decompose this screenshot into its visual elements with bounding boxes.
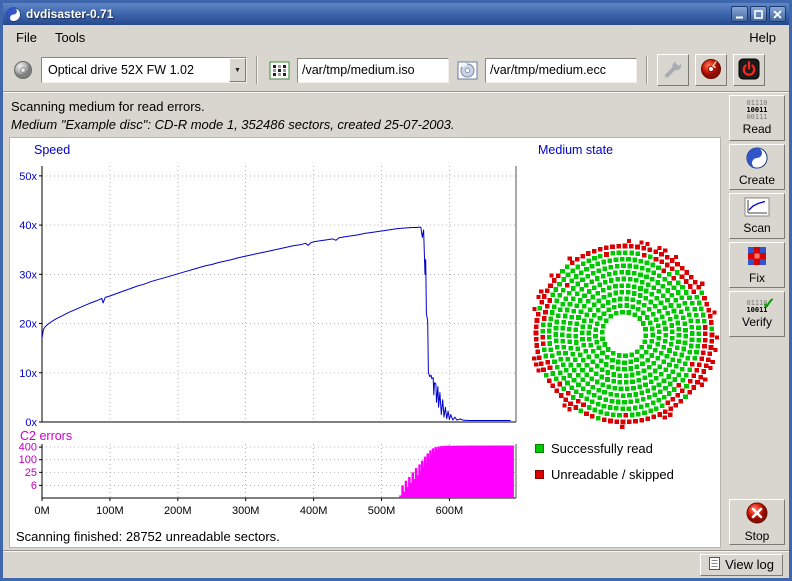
legend-row-good: Successfully read: [535, 441, 674, 456]
menu-file[interactable]: File: [7, 28, 46, 47]
iso-path-input[interactable]: [297, 58, 449, 83]
chart-panel: 0x 10x 20x 30x 40x 50x 625100400 0M 100M 200M 300M…: [9, 137, 721, 548]
window-controls: [731, 6, 786, 22]
wrench-icon: [663, 59, 683, 82]
fix-button-label: Fix: [749, 271, 765, 285]
svg-text:40x: 40x: [19, 220, 37, 232]
svg-text:600M: 600M: [436, 505, 464, 517]
verify-check-icon: 01110 10011 ✓: [746, 300, 767, 314]
toolbar-separator: [256, 56, 258, 84]
verify-button[interactable]: 01110 10011 ✓ Verify: [729, 291, 785, 337]
c2-chart-title: C2 errors: [20, 429, 72, 443]
menubar: File Tools Help: [3, 25, 789, 49]
create-button-label: Create: [739, 173, 775, 187]
log-icon: [709, 557, 720, 573]
legend-swatch-good: [535, 444, 544, 453]
charts-canvas: 0x 10x 20x 30x 40x 50x 625100400 0M 100M 200M 300M…: [10, 138, 721, 545]
drive-select[interactable]: Optical drive 52X FW 1.02 ▼: [41, 57, 247, 83]
legend-row-bad: Unreadable / skipped: [535, 467, 674, 482]
svg-text:500M: 500M: [368, 505, 396, 517]
dvdisaster-logo-icon: [700, 58, 722, 83]
footer-bar: View log: [3, 550, 789, 578]
maximize-button[interactable]: [750, 6, 767, 22]
svg-text:0x: 0x: [25, 417, 37, 429]
scan-button-label: Scan: [743, 221, 770, 235]
fix-blocks-icon: [746, 245, 768, 270]
view-log-label: View log: [725, 557, 774, 572]
titlebar[interactable]: dvdisaster-0.71: [3, 3, 789, 25]
close-button[interactable]: [769, 6, 786, 22]
finished-status: Scanning finished: 28752 unreadable sect…: [16, 529, 280, 544]
drive-icon: [11, 58, 35, 82]
menu-tools[interactable]: Tools: [46, 28, 94, 47]
scan-chart-icon: [744, 197, 770, 220]
toolbar-separator: [646, 56, 648, 84]
yin-yang-icon: [746, 147, 768, 172]
create-button[interactable]: Create: [729, 144, 785, 190]
window-title: dvdisaster-0.71: [26, 7, 726, 21]
svg-text:100M: 100M: [96, 505, 124, 517]
ecc-file-icon: [455, 58, 479, 82]
legend-label-good: Successfully read: [551, 441, 653, 456]
toolbar: Optical drive 52X FW 1.02 ▼: [3, 49, 789, 91]
read-button-label: Read: [743, 122, 772, 136]
drive-select-value: Optical drive 52X FW 1.02: [42, 63, 229, 77]
power-icon: [738, 58, 760, 83]
action-sidebar: 01110 10011 00111 Read Create: [725, 93, 789, 550]
svg-text:400: 400: [19, 442, 37, 454]
legend-swatch-bad: [535, 470, 544, 479]
svg-text:100: 100: [19, 454, 37, 466]
fix-button[interactable]: Fix: [729, 242, 785, 288]
svg-text:300M: 300M: [232, 505, 260, 517]
about-logo-button[interactable]: [695, 54, 727, 86]
status-line1: Scanning medium for read errors.: [11, 98, 719, 116]
menu-help[interactable]: Help: [740, 28, 785, 47]
legend-label-bad: Unreadable / skipped: [551, 467, 674, 482]
verify-button-label: Verify: [742, 315, 772, 329]
stop-icon: [745, 501, 769, 528]
chevron-down-icon: ▼: [229, 58, 246, 82]
stop-button-label: Stop: [745, 529, 770, 543]
app-window: dvdisaster-0.71 File Tools Help: [0, 0, 792, 581]
preferences-button[interactable]: [657, 54, 689, 86]
app-icon: [6, 7, 21, 22]
left-column: Scanning medium for read errors. Medium …: [3, 93, 725, 550]
scan-button[interactable]: Scan: [729, 193, 785, 239]
svg-text:30x: 30x: [19, 269, 37, 281]
svg-text:6: 6: [31, 480, 37, 492]
read-button[interactable]: 01110 10011 00111 Read: [729, 95, 785, 141]
view-log-button[interactable]: View log: [700, 554, 783, 576]
svg-text:25: 25: [25, 467, 37, 479]
svg-text:200M: 200M: [164, 505, 192, 517]
svg-text:400M: 400M: [300, 505, 328, 517]
svg-text:50x: 50x: [19, 171, 37, 183]
speed-chart-title: Speed: [34, 143, 70, 157]
check-glyph: ✓: [762, 297, 775, 313]
minimize-button[interactable]: [731, 6, 748, 22]
iso-file-icon: [267, 58, 291, 82]
medium-state-title: Medium state: [538, 143, 613, 157]
main-content: Scanning medium for read errors. Medium …: [3, 93, 789, 550]
status-line2: Medium "Example disc": CD-R mode 1, 3524…: [11, 116, 719, 134]
disc-legend: Successfully read Unreadable / skipped: [535, 441, 674, 482]
ecc-path-input[interactable]: [485, 58, 637, 83]
svg-text:0M: 0M: [34, 505, 49, 517]
stop-button[interactable]: Stop: [729, 499, 785, 545]
status-area: Scanning medium for read errors. Medium …: [9, 93, 721, 137]
binary-read-icon: 01110 10011 00111: [746, 100, 767, 121]
svg-text:10x: 10x: [19, 368, 37, 380]
svg-text:20x: 20x: [19, 319, 37, 331]
quit-button[interactable]: [733, 54, 765, 86]
